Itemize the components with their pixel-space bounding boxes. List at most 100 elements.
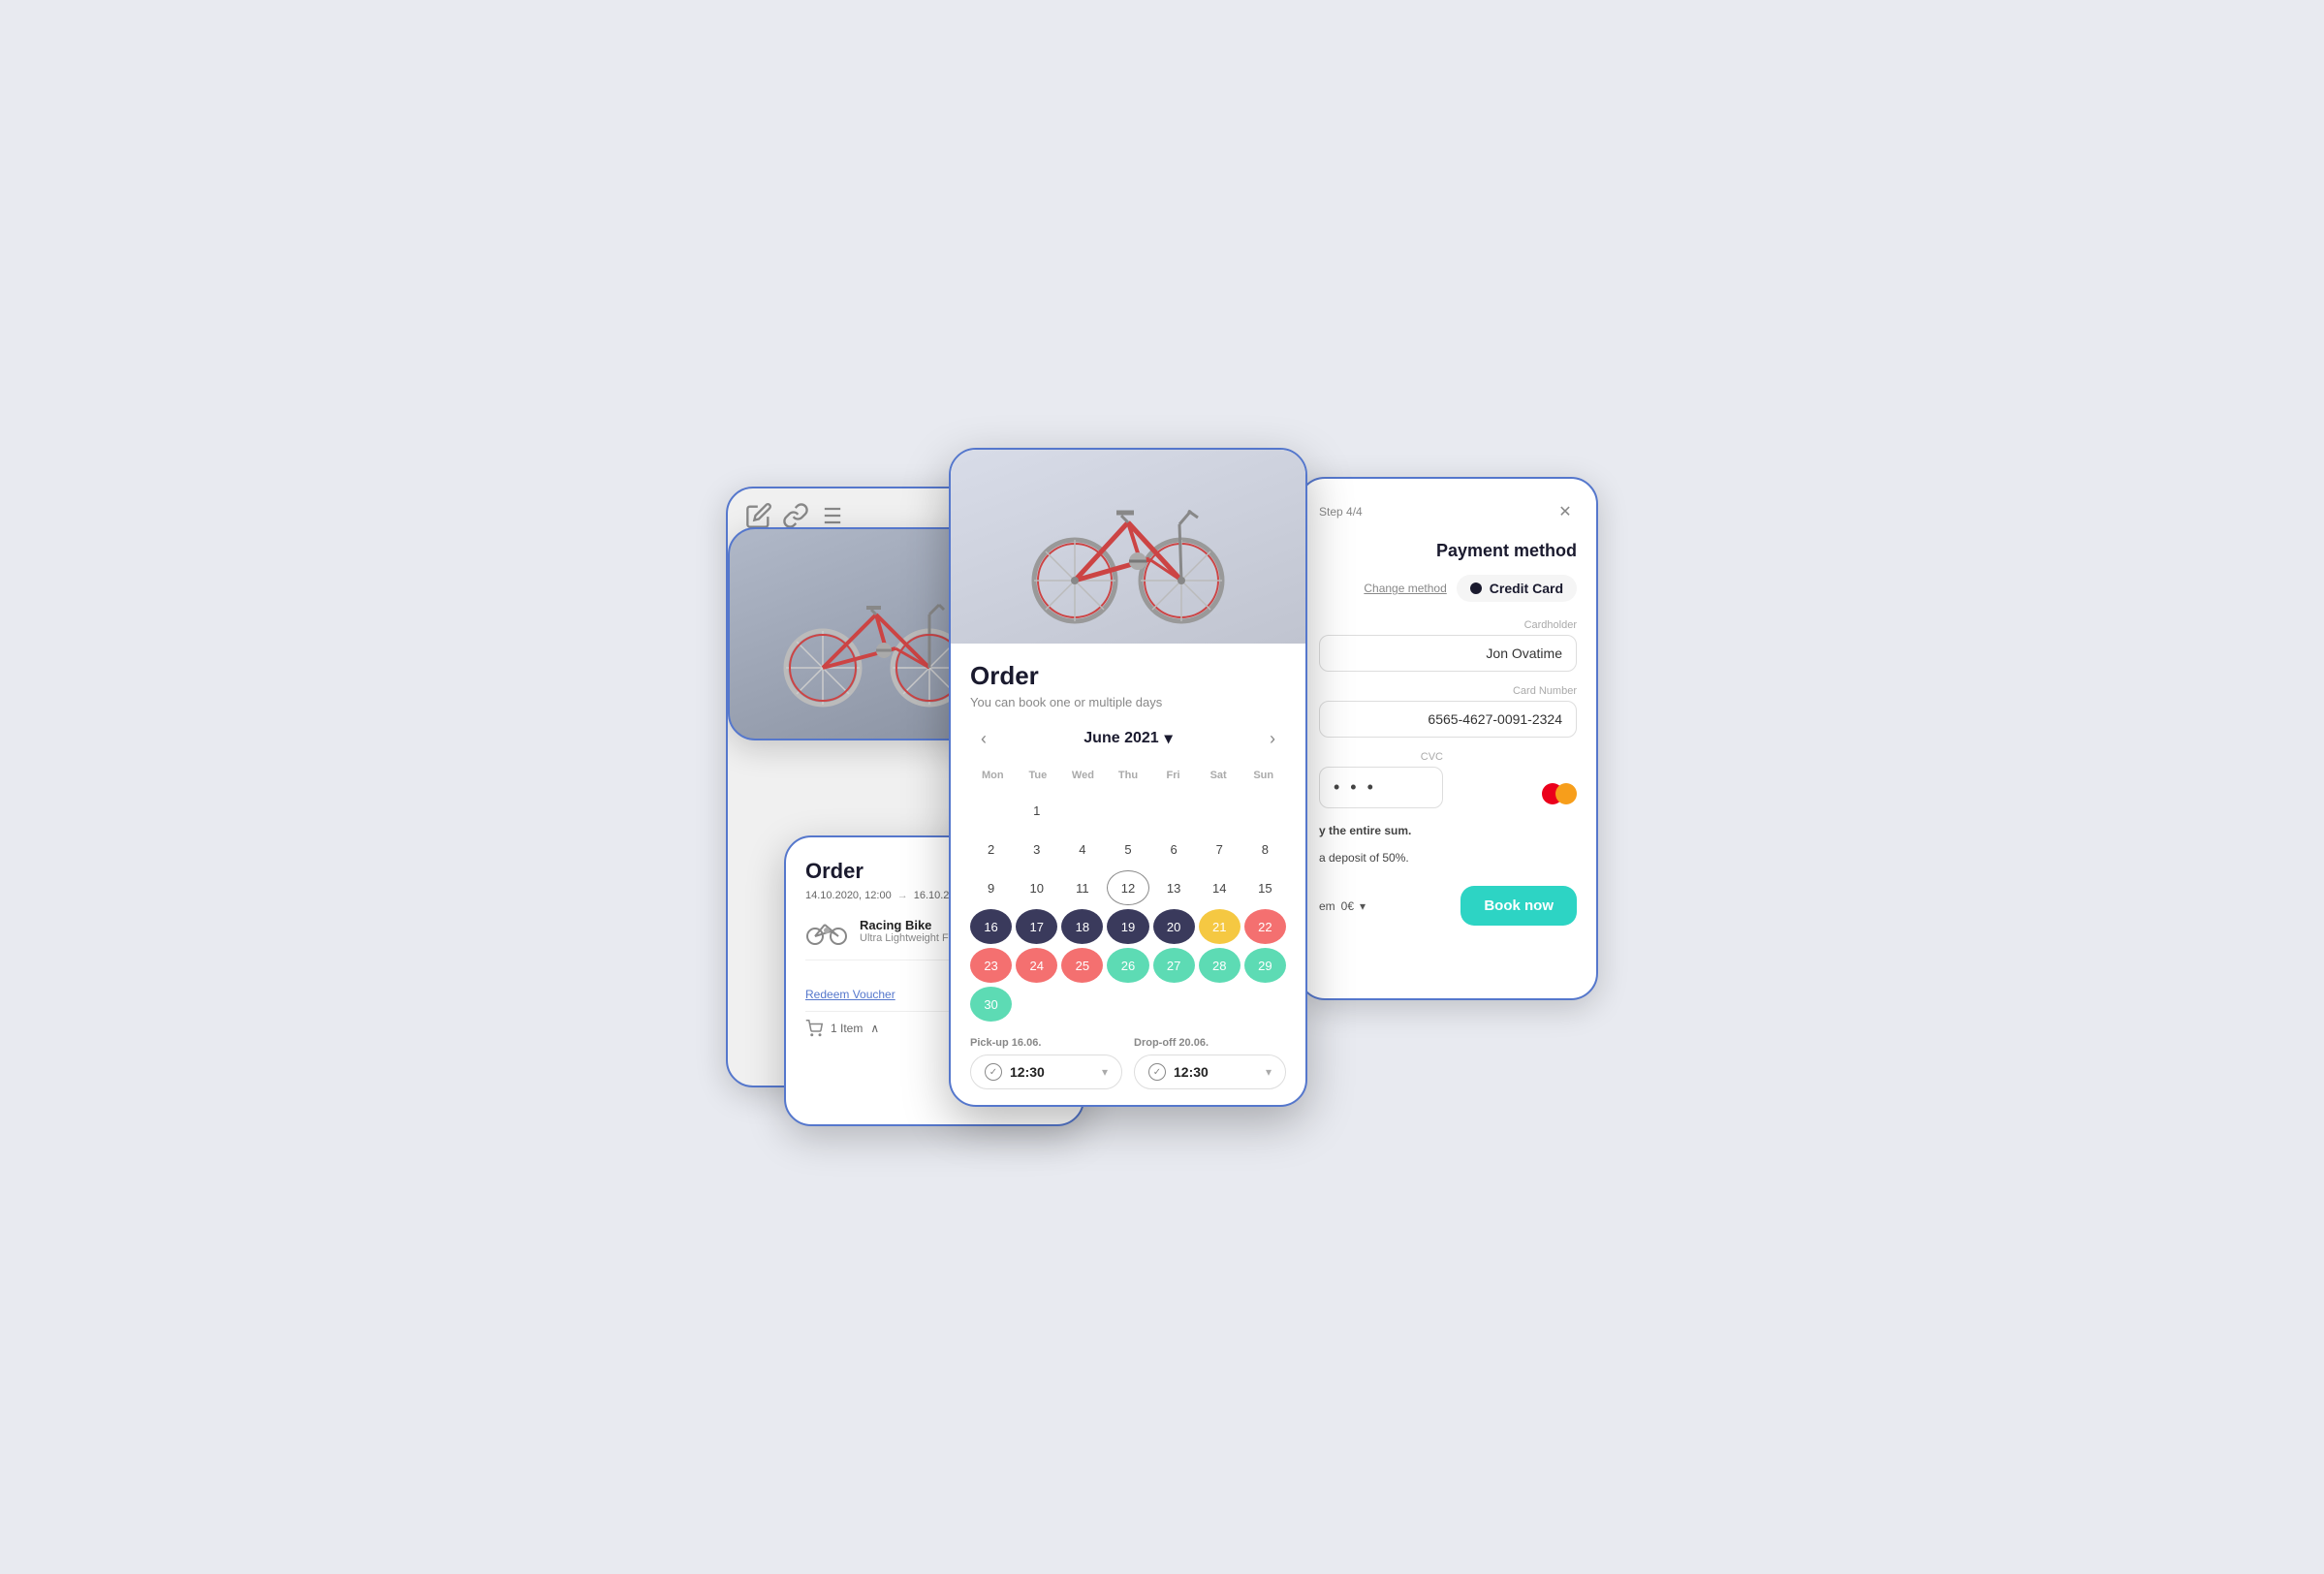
calendar-grid: Mon Tue Wed Thu Fri Sat Sun 1 <box>970 766 1286 1022</box>
item-label: em <box>1319 899 1335 913</box>
dropoff-field: Drop-off 20.06. ✓ 12:30 ▾ <box>1134 1037 1286 1089</box>
edit-icon <box>745 502 772 529</box>
cal-date-29[interactable]: 29 <box>1244 948 1286 983</box>
cal-date-16[interactable]: 16 <box>970 909 1012 944</box>
cal-date-26[interactable]: 26 <box>1107 948 1148 983</box>
calendar-bike-illustration <box>1021 464 1235 629</box>
cvc-input-row: • • • <box>1319 767 1443 808</box>
dropoff-time-select[interactable]: ✓ 12:30 ▾ <box>1134 1055 1286 1089</box>
next-month-button[interactable]: › <box>1259 725 1286 752</box>
redeem-voucher-link[interactable]: Redeem Voucher <box>805 988 895 1001</box>
card-number-input[interactable] <box>1319 701 1577 738</box>
pickup-time-select[interactable]: ✓ 12:30 ▾ <box>970 1055 1122 1089</box>
cvc-row: CVC • • • <box>1319 751 1577 808</box>
cal-date-11[interactable]: 11 <box>1061 870 1103 905</box>
card-number-label: Card Number <box>1319 685 1577 697</box>
cal-empty <box>1107 793 1148 828</box>
cal-date-30[interactable]: 30 <box>970 987 1012 1022</box>
card-number-field: Card Number <box>1319 685 1577 738</box>
chevron-down-icon: ▾ <box>1165 729 1173 748</box>
cal-date-14[interactable]: 14 <box>1199 870 1241 905</box>
calendar-book-button[interactable]: Book for 550,00€ <box>970 1105 1286 1107</box>
cardholder-label: Cardholder <box>1319 619 1577 631</box>
calendar-bike-image <box>951 450 1305 644</box>
cvc-dots: • • • <box>1334 777 1376 798</box>
cal-date-24[interactable]: 24 <box>1016 948 1057 983</box>
dropoff-chevron-icon: ▾ <box>1266 1065 1272 1079</box>
cal-date-20[interactable]: 20 <box>1153 909 1195 944</box>
payment-footer: em 0€ ▾ Book now <box>1319 886 1577 926</box>
day-sun: Sun <box>1241 766 1286 785</box>
day-thu: Thu <box>1106 766 1151 785</box>
cal-empty <box>1061 793 1103 828</box>
close-button[interactable]: ✕ <box>1554 500 1577 523</box>
payment-header: Step 4/4 ✕ <box>1319 500 1577 523</box>
payment-title: Payment method <box>1319 541 1577 561</box>
cal-empty <box>1199 793 1241 828</box>
payment-card: Step 4/4 ✕ Payment method Change method … <box>1298 477 1598 1000</box>
month-navigation: ‹ June 2021 ▾ › <box>970 725 1286 752</box>
cal-date-8[interactable]: 8 <box>1244 832 1286 866</box>
cal-date-12[interactable]: 12 <box>1107 870 1148 905</box>
cal-date-28[interactable]: 28 <box>1199 948 1241 983</box>
share-icon <box>819 502 846 529</box>
cal-date-6[interactable]: 6 <box>1153 832 1195 866</box>
cardholder-input[interactable] <box>1319 635 1577 672</box>
day-tue: Tue <box>1016 766 1061 785</box>
month-label: June 2021 ▾ <box>1083 729 1172 748</box>
cal-date-17[interactable]: 17 <box>1016 909 1057 944</box>
cal-date-7[interactable]: 7 <box>1199 832 1241 866</box>
pickup-field: Pick-up 16.06. ✓ 12:30 ▾ <box>970 1037 1122 1089</box>
bike-icon-small <box>805 915 848 946</box>
day-sat: Sat <box>1196 766 1241 785</box>
book-now-button[interactable]: Book now <box>1460 886 1577 926</box>
cardholder-field: Cardholder <box>1319 619 1577 672</box>
day-wed: Wed <box>1060 766 1106 785</box>
cal-date-9[interactable]: 9 <box>970 870 1012 905</box>
calendar-content: Order You can book one or multiple days … <box>951 644 1305 1107</box>
item-count: 1 Item ∧ <box>805 1020 879 1037</box>
payment-note-full: y the entire sum. <box>1319 822 1577 839</box>
cal-date-2[interactable]: 2 <box>970 832 1012 866</box>
calendar-subtitle: You can book one or multiple days <box>970 695 1286 709</box>
order-title: Order <box>805 859 864 884</box>
cal-date-4[interactable]: 4 <box>1061 832 1103 866</box>
cal-empty <box>1244 793 1286 828</box>
days-header: Mon Tue Wed Thu Fri Sat Sun <box>970 766 1286 785</box>
calendar-order-title: Order <box>970 661 1286 691</box>
link-icon <box>782 502 809 529</box>
pickup-dropoff-row: Pick-up 16.06. ✓ 12:30 ▾ Drop-off 20.06.… <box>970 1037 1286 1089</box>
prev-month-button[interactable]: ‹ <box>970 725 997 752</box>
cal-date-15[interactable]: 15 <box>1244 870 1286 905</box>
pickup-time-value: 12:30 <box>1010 1064 1094 1080</box>
dropoff-check-icon: ✓ <box>1148 1063 1166 1081</box>
cal-date-10[interactable]: 10 <box>1016 870 1057 905</box>
cal-date-19[interactable]: 19 <box>1107 909 1148 944</box>
cal-date-21[interactable]: 21 <box>1199 909 1241 944</box>
cal-date-1[interactable]: 1 <box>1016 793 1057 828</box>
cal-date-22[interactable]: 22 <box>1244 909 1286 944</box>
cal-date-23[interactable]: 23 <box>970 948 1012 983</box>
credit-card-badge: Credit Card <box>1457 575 1577 602</box>
mastercard-orange-circle <box>1555 783 1577 804</box>
cart-icon <box>805 1020 823 1037</box>
day-fri: Fri <box>1150 766 1196 785</box>
cal-empty <box>970 793 1012 828</box>
payment-item-count: em 0€ ▾ <box>1319 899 1366 913</box>
date-from: 14.10.2020, 12:00 <box>805 890 892 901</box>
cal-date-27[interactable]: 27 <box>1153 948 1195 983</box>
cal-empty <box>1153 793 1195 828</box>
credit-card-label: Credit Card <box>1490 581 1563 596</box>
change-method-link[interactable]: Change method <box>1364 582 1446 595</box>
cal-date-5[interactable]: 5 <box>1107 832 1148 866</box>
payment-step: Step 4/4 <box>1319 505 1363 519</box>
cal-date-13[interactable]: 13 <box>1153 870 1195 905</box>
day-mon: Mon <box>970 766 1016 785</box>
cal-date-3[interactable]: 3 <box>1016 832 1057 866</box>
calendar-dates: 1 2 3 4 5 6 7 8 9 10 11 <box>970 793 1286 1022</box>
arrow-icon: → <box>897 890 908 901</box>
cal-date-18[interactable]: 18 <box>1061 909 1103 944</box>
dropoff-time-value: 12:30 <box>1174 1064 1258 1080</box>
pickup-label: Pick-up 16.06. <box>970 1037 1122 1049</box>
cal-date-25[interactable]: 25 <box>1061 948 1103 983</box>
